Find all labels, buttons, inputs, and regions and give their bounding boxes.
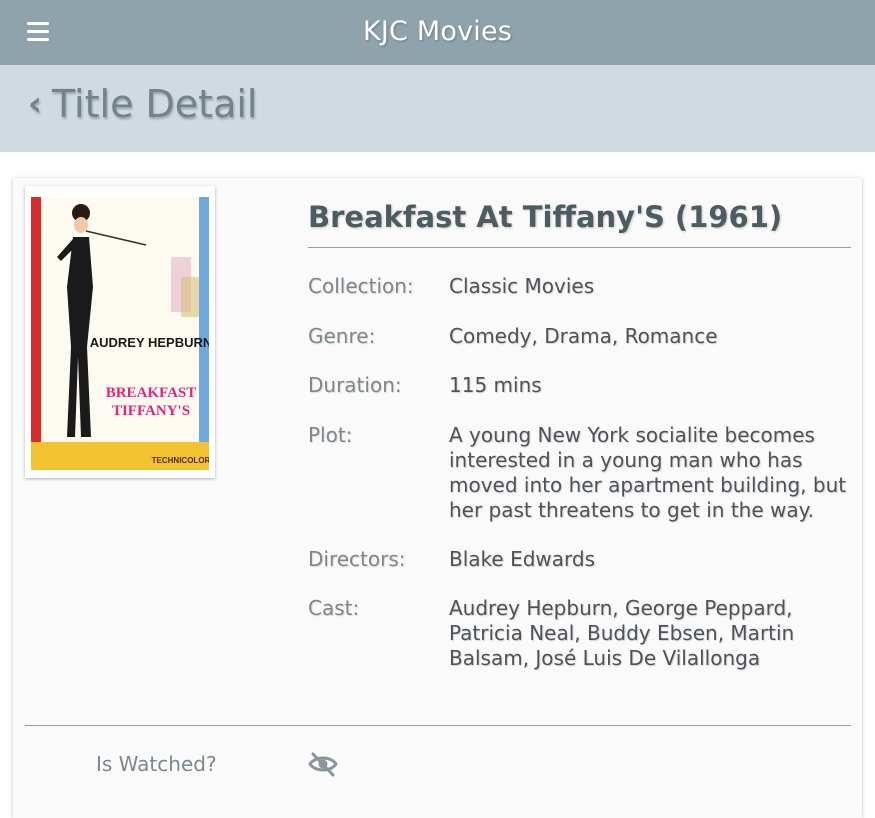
is-watched-label: Is Watched? bbox=[96, 752, 217, 776]
app-bar: KJC Movies bbox=[0, 0, 875, 65]
app-title: KJC Movies bbox=[362, 16, 513, 47]
poster-title-line2: TIFFANY'S bbox=[112, 403, 190, 419]
field-label: Directors: bbox=[308, 547, 406, 571]
field-value: Audrey Hepburn, George Peppard, Patricia… bbox=[449, 596, 795, 670]
field-value: Comedy, Drama, Romance bbox=[449, 324, 718, 348]
field-label: Genre: bbox=[308, 324, 376, 348]
chevron-left-icon: ‹ bbox=[28, 84, 43, 124]
title-divider bbox=[308, 247, 851, 248]
poster-star: AUDREY HEPBURN bbox=[90, 335, 209, 350]
movie-poster: AUDREY HEPBURN BREAKFAST TIFFANY'S TECHN… bbox=[25, 186, 215, 478]
poster-footer: TECHNICOLOR bbox=[152, 456, 209, 465]
field-label: Duration: bbox=[308, 373, 402, 397]
page-title: Title Detail bbox=[52, 82, 258, 126]
field-value: 115 mins bbox=[449, 373, 542, 397]
field-value: A young New York socialite becomes inter… bbox=[449, 423, 847, 522]
field-label: Plot: bbox=[308, 423, 353, 447]
back-button[interactable]: ‹ Title Detail bbox=[28, 82, 257, 126]
field-label: Cast: bbox=[308, 596, 360, 620]
movie-title: Breakfast At Tiffany'S (1961) bbox=[308, 200, 783, 234]
section-divider bbox=[25, 725, 851, 726]
field-value: Blake Edwards bbox=[449, 547, 595, 571]
field-label: Collection: bbox=[308, 274, 414, 298]
poster-title-line1: BREAKFAST bbox=[106, 385, 197, 401]
field-value: Classic Movies bbox=[449, 274, 595, 298]
